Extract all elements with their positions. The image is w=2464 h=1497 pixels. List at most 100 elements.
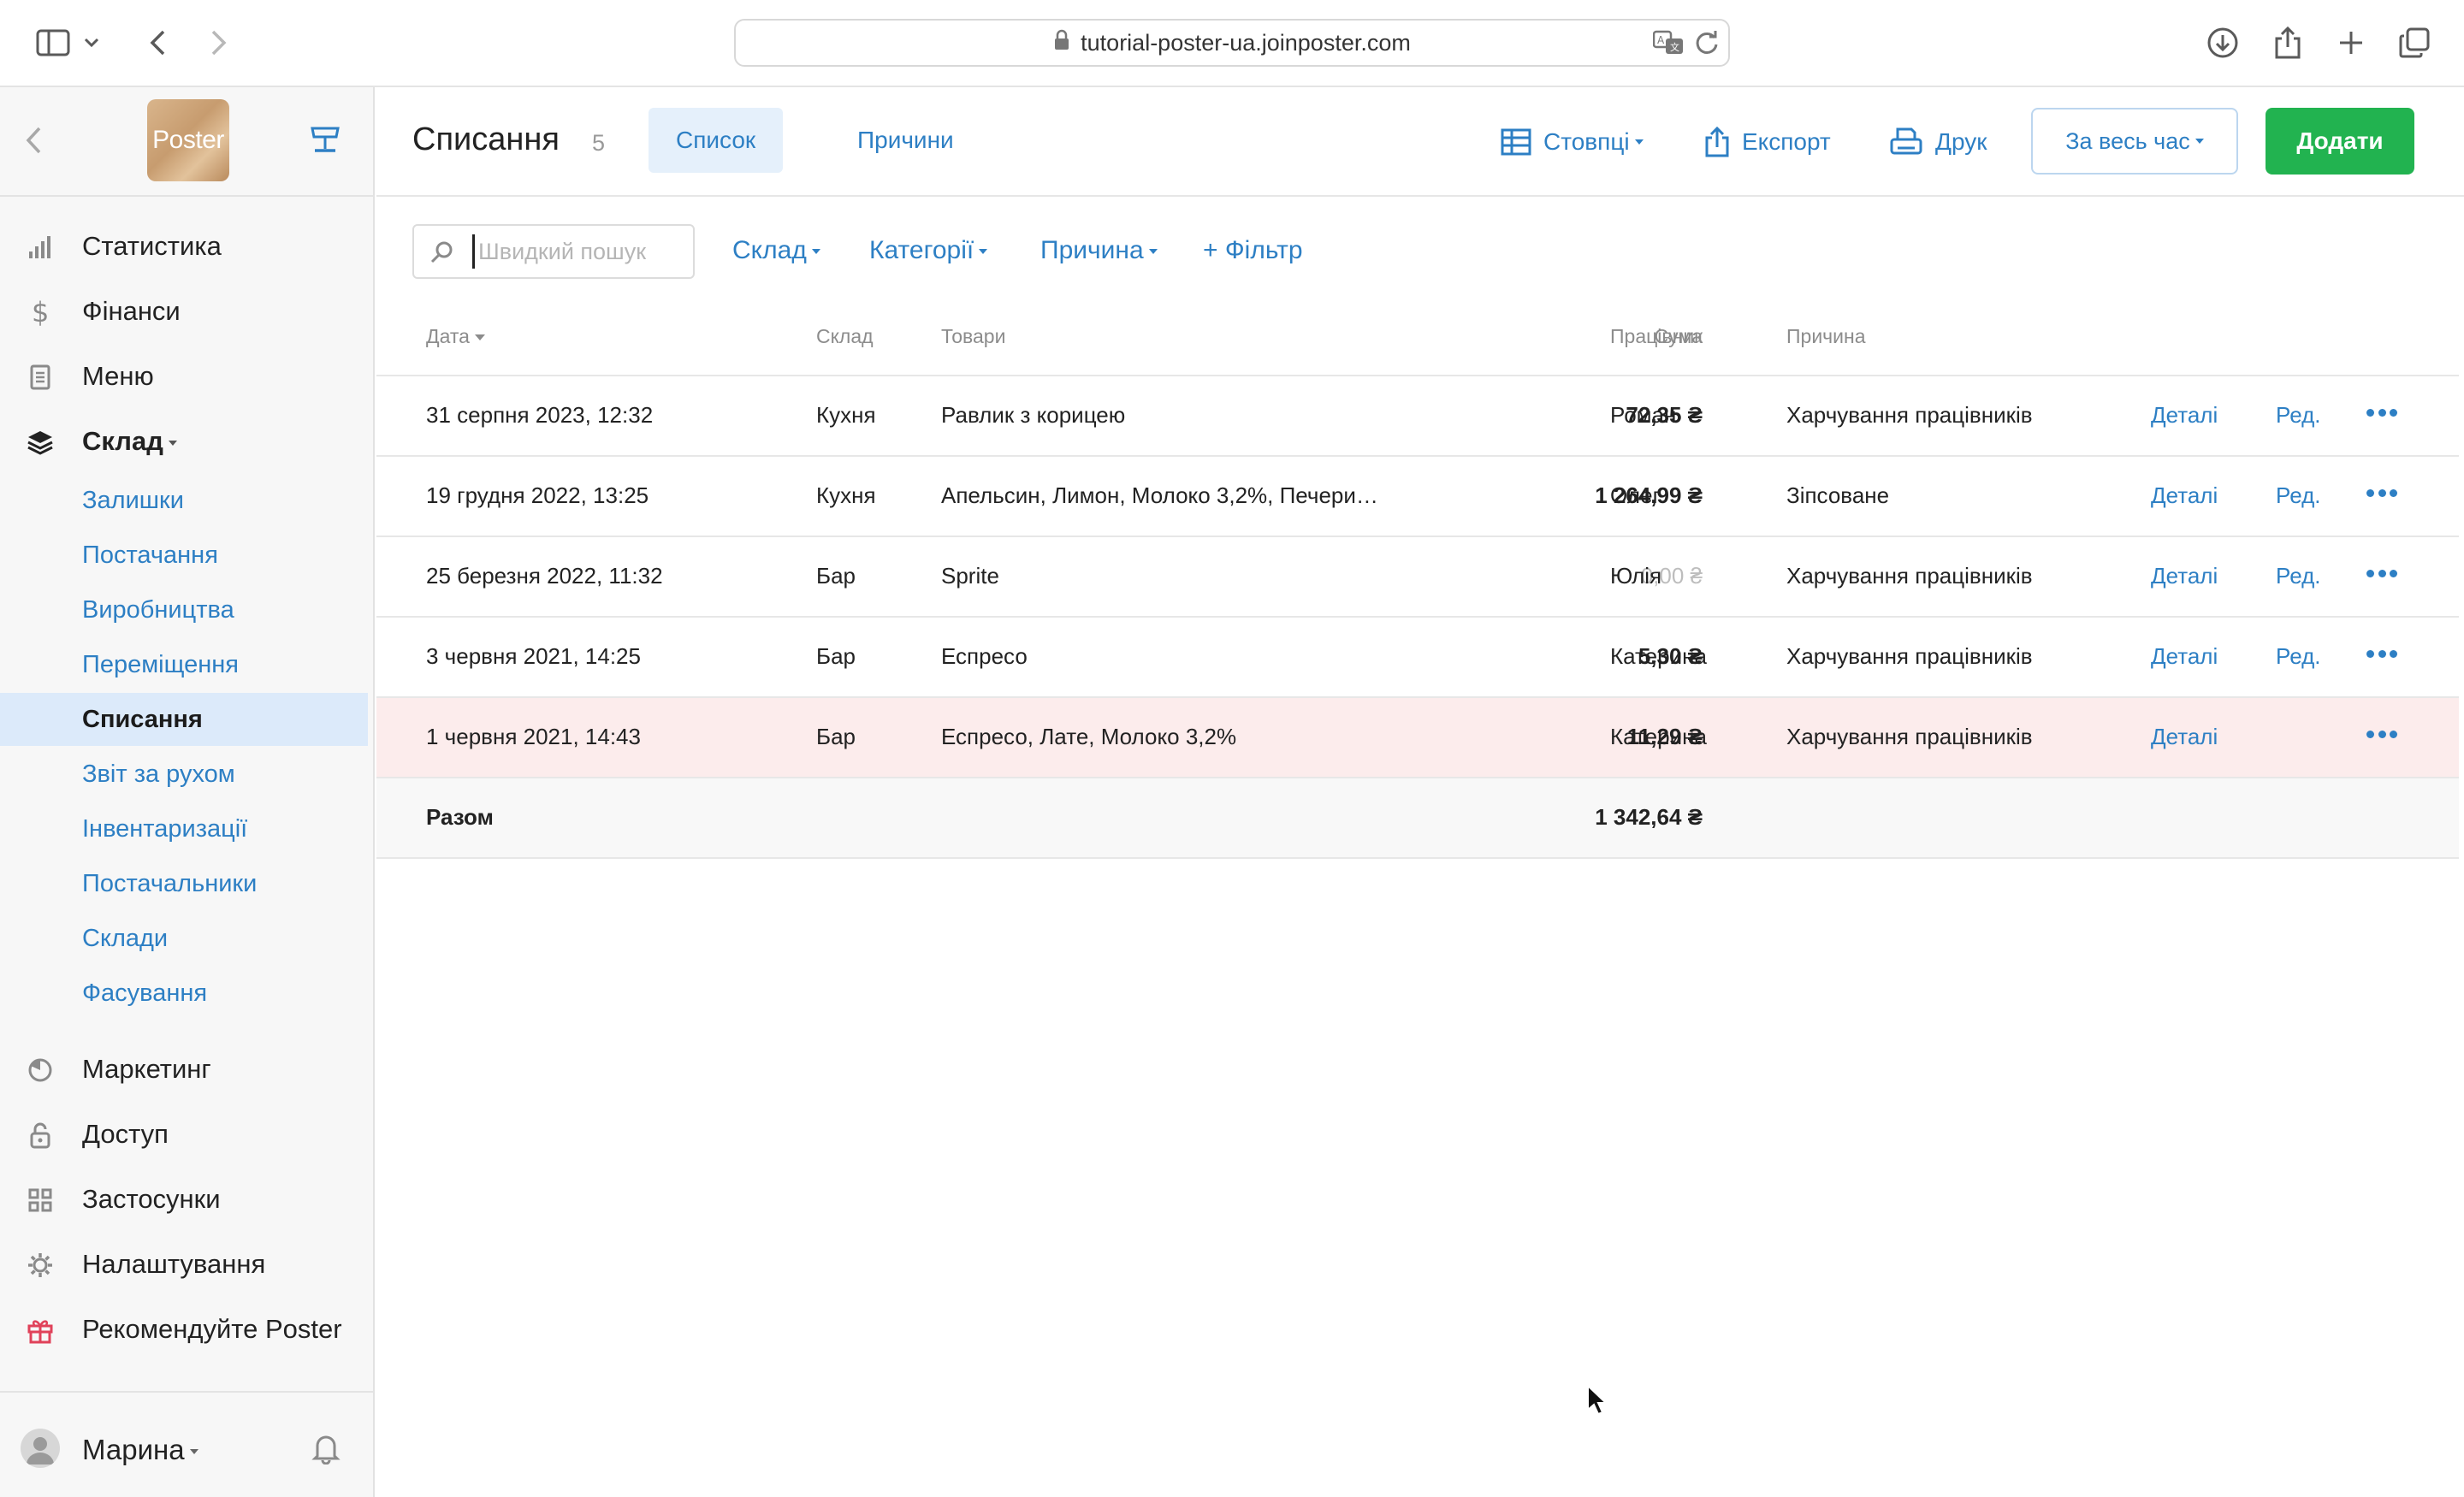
print-button[interactable]: Друк (1889, 121, 1987, 163)
poster-logo[interactable]: Poster (147, 99, 229, 181)
sidebar-toggle-icon[interactable] (31, 21, 75, 65)
columns-button[interactable]: Стовпці (1501, 121, 1644, 163)
filter-reason[interactable]: Причина (1040, 236, 1158, 265)
table-icon (1501, 128, 1531, 156)
translate-icon[interactable]: A文 (1652, 29, 1685, 62)
filter-label: Категорії (869, 236, 974, 264)
tab-list[interactable]: Список (649, 108, 784, 173)
details-link[interactable]: Деталі (2151, 482, 2218, 509)
dollar-icon: $ (26, 298, 55, 327)
sidebar-item-supplies[interactable]: Постачання (0, 529, 368, 582)
column-header-warehouse: Склад (816, 325, 874, 347)
nav-settings[interactable]: Налаштування (0, 1239, 373, 1290)
nav-recommend[interactable]: Рекомендуйте Poster (0, 1304, 373, 1355)
nav-access[interactable]: Доступ (0, 1109, 373, 1160)
edit-link[interactable]: Ред. (2276, 402, 2320, 429)
details-link[interactable]: Деталі (2151, 402, 2218, 429)
filter-warehouse[interactable]: Склад (732, 236, 820, 265)
cell-goods: Апельсин, Лимон, Молоко 3,2%, Печери… (941, 482, 1378, 508)
table-row: 25 березня 2022, 11:32 Бар Sprite 0,00 ₴… (376, 537, 2459, 618)
sidebar-item-stock[interactable]: Залишки (0, 474, 368, 527)
nav-menu[interactable]: Меню (0, 351, 373, 402)
add-button[interactable]: Додати (2266, 108, 2414, 175)
column-header-reason: Причина (1786, 325, 1866, 347)
cell-date: 31 серпня 2023, 12:32 (426, 402, 654, 428)
cell-employee: Катерина (1610, 643, 1707, 669)
more-options-icon[interactable] (2366, 650, 2397, 660)
cell-warehouse: Бар (816, 643, 856, 669)
document-icon (26, 363, 55, 392)
cell-warehouse: Бар (816, 724, 856, 749)
period-label: За весь час (2065, 127, 2190, 154)
forward-icon[interactable] (197, 21, 241, 65)
add-filter-button[interactable]: + Фільтр (1203, 236, 1303, 265)
chevron-down-icon[interactable] (79, 21, 104, 65)
pos-terminal-icon[interactable] (308, 125, 342, 159)
tabs-overview-icon[interactable] (2392, 21, 2437, 65)
cell-employee: Олег (1610, 482, 1661, 508)
export-button[interactable]: Експорт (1704, 121, 1831, 163)
share-icon[interactable] (2266, 21, 2310, 65)
search-input-wrapper[interactable] (412, 224, 695, 279)
details-link[interactable]: Деталі (2151, 724, 2218, 750)
filter-categories[interactable]: Категорії (869, 236, 988, 265)
nav-label: Фінанси (82, 296, 181, 326)
new-tab-icon[interactable] (2329, 21, 2373, 65)
more-options-icon[interactable] (2366, 731, 2397, 741)
upload-icon (1705, 126, 1729, 157)
lock-icon (1053, 29, 1070, 57)
sidebar-item-warehouses[interactable]: Склади (0, 912, 368, 965)
details-link[interactable]: Деталі (2151, 643, 2218, 670)
edit-link[interactable]: Ред. (2276, 643, 2320, 670)
browser-toolbar: tutorial-poster-ua.joinposter.com A文 (0, 0, 2464, 87)
filter-label: Склад (732, 236, 807, 264)
more-options-icon[interactable] (2366, 570, 2397, 580)
nav-warehouse[interactable]: Склад (0, 416, 373, 467)
cell-date: 3 червня 2021, 14:25 (426, 643, 641, 669)
user-menu[interactable]: Марина (82, 1434, 198, 1466)
cell-date: 1 червня 2021, 14:43 (426, 724, 641, 749)
print-label: Друк (1935, 128, 1987, 155)
details-link[interactable]: Деталі (2151, 563, 2218, 589)
tab-reasons[interactable]: Причини (830, 108, 981, 173)
nav-label: Налаштування (82, 1249, 266, 1279)
sidebar-item-transfers[interactable]: Переміщення (0, 638, 368, 691)
download-icon[interactable] (2200, 21, 2245, 65)
nav-marketing[interactable]: Маркетинг (0, 1044, 373, 1095)
edit-link[interactable]: Ред. (2276, 563, 2320, 589)
more-options-icon[interactable] (2366, 489, 2397, 500)
main-content: Списання 5 Список Причини Стовпці Експор… (376, 87, 2464, 1497)
sidebar-item-suppliers[interactable]: Постачальники (0, 857, 368, 910)
nav-apps[interactable]: Застосунки (0, 1174, 373, 1225)
search-input[interactable] (472, 234, 683, 269)
bell-icon[interactable] (311, 1430, 342, 1466)
reload-icon[interactable] (1694, 29, 1720, 62)
sub-label: Інвентаризації (82, 814, 248, 843)
printer-icon (1890, 127, 1922, 155)
edit-link[interactable]: Ред. (2276, 482, 2320, 509)
avatar[interactable] (21, 1429, 60, 1468)
sidebar-item-packaging[interactable]: Фасування (0, 967, 368, 1020)
more-options-icon[interactable] (2366, 409, 2397, 419)
sidebar-item-movement-report[interactable]: Звіт за рухом (0, 748, 368, 801)
gear-icon (26, 1251, 55, 1280)
nav-finance[interactable]: $ Фінанси (0, 286, 373, 337)
sub-label: Списання (82, 705, 203, 733)
nav-statistics[interactable]: Статистика (0, 221, 373, 272)
sidebar-item-inventory[interactable]: Інвентаризації (0, 802, 368, 855)
back-icon[interactable] (135, 21, 180, 65)
table-row: 31 серпня 2023, 12:32 Кухня Равлик з кор… (376, 376, 2459, 457)
period-dropdown[interactable]: За весь час (2031, 108, 2238, 175)
sidebar-item-production[interactable]: Виробництва (0, 583, 368, 636)
sidebar-footer: Марина (0, 1391, 373, 1497)
cell-warehouse: Кухня (816, 402, 876, 428)
address-bar[interactable]: tutorial-poster-ua.joinposter.com A文 (734, 19, 1730, 67)
export-label: Експорт (1742, 128, 1831, 155)
sub-label: Фасування (82, 979, 208, 1007)
sidebar-item-write-offs[interactable]: Списання (0, 693, 368, 746)
column-header-date[interactable]: Дата (426, 325, 485, 348)
filter-label: Причина (1040, 236, 1144, 264)
table-row: 19 грудня 2022, 13:25 Кухня Апельсин, Ли… (376, 457, 2459, 537)
collapse-sidebar-icon[interactable] (24, 123, 55, 159)
page-header: Списання 5 Список Причини Стовпці Експор… (376, 87, 2464, 197)
